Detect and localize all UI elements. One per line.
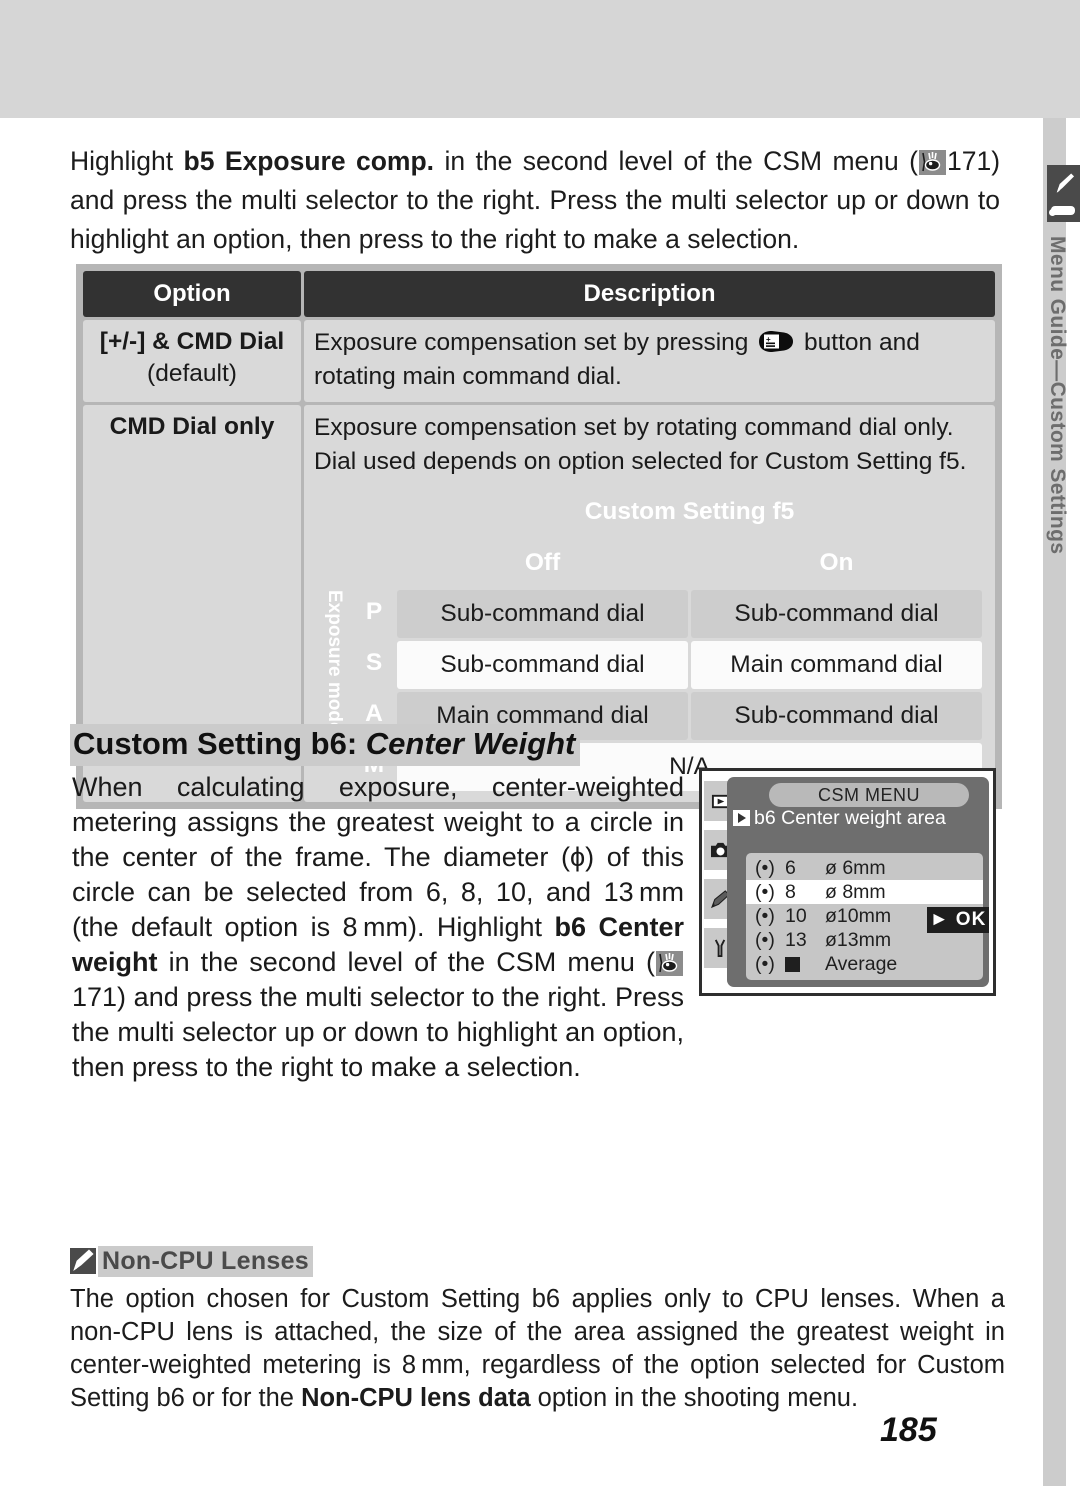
option-label: ø13mm [825, 929, 892, 951]
note-body: The option chosen for Custom Setting b6 … [70, 1283, 1005, 1415]
section-body: When calculating exposure, center-weight… [72, 770, 684, 1085]
intro-ref-page: 171 [946, 146, 992, 176]
table-header-row: Option Description [83, 271, 995, 317]
section-body-2: in the second level of the CSM menu ( [157, 947, 655, 977]
list-item[interactable]: (•) 13 ø13mm [746, 928, 983, 952]
list-item[interactable]: (•) 6 ø 6mm [746, 856, 983, 880]
note-body-2: option in the shooting menu. [530, 1384, 859, 1412]
note-block: Non-CPU Lenses The option chosen for Cus… [70, 1246, 1005, 1415]
meter-icon: (•) [755, 953, 775, 975]
exposure-compensation-button-icon: + [758, 329, 794, 354]
inner-row-p: Exposure mode P Sub-command dial Sub-com… [317, 590, 982, 791]
desc-before: Exposure compensation set by pressing [314, 329, 756, 356]
list-item[interactable]: (•) Average [746, 952, 983, 976]
eye-reference-icon [918, 150, 946, 175]
lcd-option-list: (•) 6 ø 6mm (•) 8 ø 8mm ► OK (•) 10 ø10mm (•) 1… [746, 853, 989, 980]
option-number [785, 952, 825, 976]
side-rail-label: Menu Guide—Custom Settings [1046, 236, 1069, 555]
option-label: [+/-] & CMD Dial [99, 328, 285, 355]
section-body-3: 171) and press the multi selector to the… [72, 982, 684, 1082]
option-label: ø 6mm [825, 857, 886, 879]
inner-col-on: On [691, 539, 982, 587]
option-label: Average [825, 953, 898, 975]
option-number: 6 [785, 857, 796, 879]
page-top-band [0, 0, 1080, 118]
exposure-mode-text: Exposure mode [324, 590, 345, 733]
side-rail-tab [1047, 165, 1080, 222]
inner-blank-corner [317, 488, 394, 536]
playback-arrow-icon [733, 810, 750, 826]
meter-icon: (•) [755, 905, 775, 927]
note-body-bold: Non-CPU lens data [301, 1384, 531, 1412]
mode-letter-s: S [354, 641, 394, 689]
option-number: 8 [785, 881, 796, 903]
inner-row-s: S Sub-command dial Main command dial [317, 641, 982, 689]
intro-paragraph: Highlight b5 Exposure comp. in the secon… [70, 142, 1000, 259]
section-heading-normal: Custom Setting b6: [73, 726, 366, 761]
table-row: [+/-] & CMD Dial (default) Exposure comp… [83, 320, 995, 402]
inner-title-row: Custom Setting f5 [317, 488, 982, 536]
inner-header-row: Off On [317, 539, 982, 587]
option-number: 13 [785, 929, 807, 951]
table-header-description: Description [304, 271, 995, 317]
option-label: ø10mm [825, 905, 892, 927]
meter-icon: (•) [755, 857, 775, 879]
lcd-panel: CSM MENU b6 Center weight area (•) 6 ø 6mm… [727, 777, 989, 987]
pencil-note-icon [70, 1248, 96, 1274]
option-cell-cmd-dial: [+/-] & CMD Dial (default) [83, 320, 301, 402]
intro-prefix: Highlight [70, 146, 184, 176]
table-header-option: Option [83, 271, 301, 317]
rail-bar [1051, 206, 1075, 215]
list-item[interactable]: (•) 10 ø10mm [746, 904, 983, 928]
note-heading-row: Non-CPU Lenses [70, 1246, 1005, 1277]
option-number: 10 [785, 905, 807, 927]
cell-p-on: Sub-command dial [691, 590, 982, 638]
eye-reference-icon [656, 951, 683, 976]
lcd-subtitle: b6 Center weight area [733, 807, 946, 830]
option-default-note: (default) [147, 360, 237, 387]
average-square-icon [785, 957, 800, 972]
cell-s-off: Sub-command dial [397, 641, 688, 689]
cell-s-on: Main command dial [691, 641, 982, 689]
section-heading: Custom Setting b6: Center Weight [70, 724, 581, 766]
mode-letter-p: P [354, 590, 394, 638]
inner-blank-corner-2 [317, 539, 394, 587]
cell-p-off: Sub-command dial [397, 590, 688, 638]
pencil-tab-icon [1052, 171, 1075, 197]
intro-mid: in the second level of the CSM menu ( [434, 146, 918, 176]
note-title: Non-CPU Lenses [98, 1246, 314, 1277]
description-cell-cmd-dial: Exposure compensation set by pressing + … [304, 320, 995, 402]
page-number: 185 [880, 1411, 937, 1449]
intro-bold-term: b5 Exposure comp. [183, 146, 435, 176]
cell-a-on: Sub-command dial [691, 692, 982, 740]
note-title-wrap: Non-CPU Lenses [98, 1246, 314, 1277]
section-heading-italic: Center Weight [365, 726, 576, 761]
option-label: ø 8mm [825, 881, 886, 903]
inner-col-off: Off [397, 539, 688, 587]
desc-text: Exposure compensation set by rotating co… [314, 414, 967, 475]
inner-title: Custom Setting f5 [397, 488, 982, 536]
side-rail: Menu Guide—Custom Settings [1043, 118, 1080, 1486]
camera-lcd-screenshot: CSM MENU b6 Center weight area (•) 6 ø 6mm… [699, 768, 996, 996]
lcd-title: CSM MENU [769, 783, 969, 807]
meter-icon: (•) [755, 881, 775, 903]
meter-icon: (•) [755, 929, 775, 951]
list-item[interactable]: (•) 8 ø 8mm ► OK [746, 880, 989, 933]
lcd-subtitle-text: b6 Center weight area [754, 807, 946, 829]
